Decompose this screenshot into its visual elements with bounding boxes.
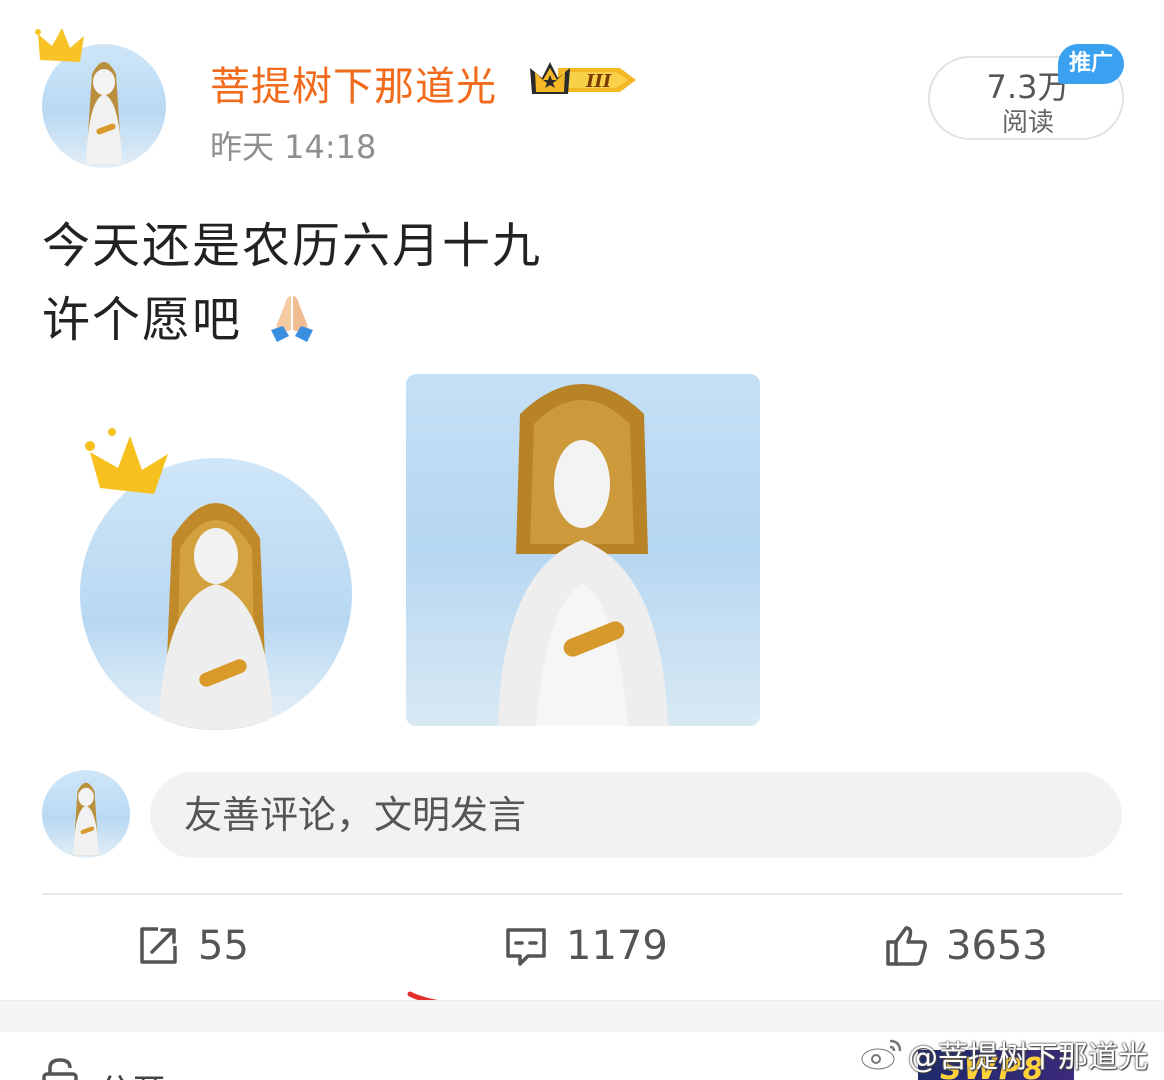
watermark-text: @菩提树下那道光 (908, 1040, 1148, 1075)
post-text-line-2-text: 许个愿吧 (42, 292, 243, 348)
comment-icon (506, 928, 546, 966)
thumbs-up-icon (886, 926, 927, 966)
weibo-watermark: @菩提树下那道光 (860, 1034, 1148, 1075)
section-gap (0, 1000, 1164, 1032)
read-label: 阅读 (1001, 108, 1054, 138)
post-image-statue[interactable] (406, 374, 760, 726)
divider (42, 893, 1122, 895)
current-user-avatar[interactable] (42, 770, 130, 858)
praying-hands-emoji-icon (271, 296, 314, 342)
promo-tag: 推广 (1058, 44, 1124, 84)
statue-avatar-image (73, 782, 99, 856)
post-image-avatar[interactable] (78, 422, 356, 730)
like-button[interactable]: 3653 (884, 916, 1048, 976)
vip-crown-badge-icon: III (530, 62, 636, 94)
share-icon (140, 927, 177, 964)
comment-button[interactable]: 1179 (504, 916, 668, 976)
comment-count: 1179 (566, 923, 668, 969)
share-button[interactable]: 55 (136, 916, 249, 976)
username[interactable]: 菩提树下那道光 (210, 54, 497, 112)
crown-icon (35, 28, 84, 62)
share-count: 55 (198, 923, 249, 969)
post-text-line-2: 许个愿吧 (42, 280, 319, 350)
post-text-line-1: 今天还是农历六月十九 (42, 218, 543, 274)
lock-icon (42, 1058, 78, 1080)
comment-input[interactable]: 友善评论，文明发言 (150, 772, 1122, 858)
like-count: 3653 (946, 923, 1048, 969)
svg-text:III: III (585, 71, 612, 92)
statue-image (498, 384, 668, 726)
author-avatar-wrap[interactable] (35, 28, 166, 168)
visibility-label[interactable]: 公开 (98, 1064, 166, 1080)
weibo-logo-icon (860, 1039, 902, 1071)
post-timestamp: 昨天 14:18 (210, 128, 377, 166)
crown-icon (85, 428, 168, 494)
